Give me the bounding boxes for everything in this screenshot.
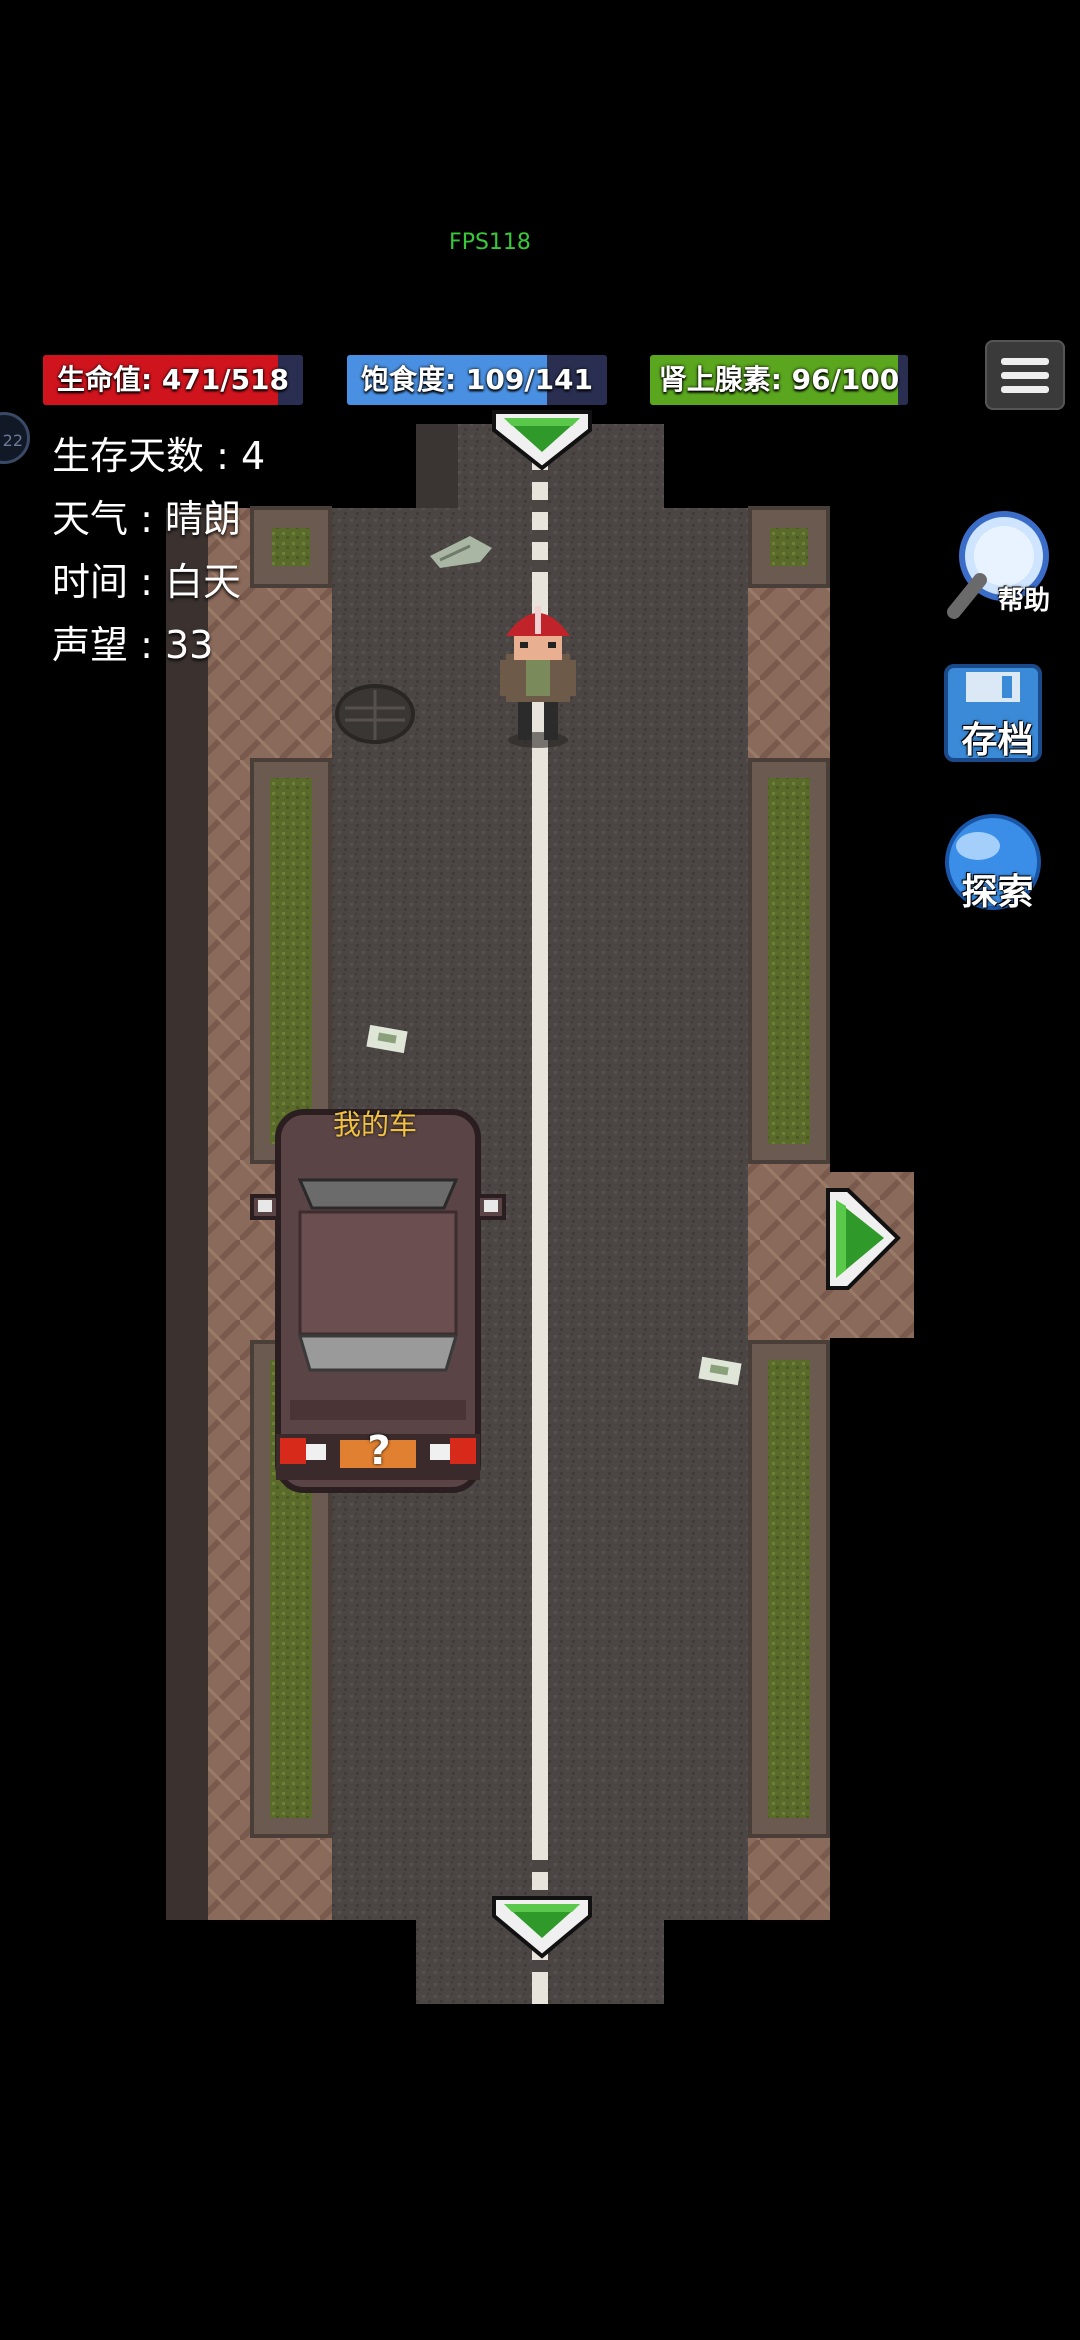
survival-stats: 生存天数 : 4 天气 : 晴朗 时间 : 白天 声望 : 33 [52,425,265,677]
planter-long [748,758,830,1164]
explore-button-label: 探索 [961,872,1034,913]
planter-long [250,758,332,1164]
center-line-gap [532,1960,548,1972]
center-line-gap [532,530,548,542]
save-button[interactable]: 存档 [945,666,1050,771]
car-question-marker[interactable]: ? [357,1428,401,1474]
road-top-shadow [416,424,458,508]
planter-long [748,1340,830,1838]
center-line-gap [532,500,548,512]
game-map [166,410,1049,2004]
help-button[interactable]: 帮助 [945,510,1050,616]
center-line-gap [532,560,548,572]
planter-small [748,506,830,588]
center-line-gap [532,1860,548,1872]
center-line-gap [532,470,548,482]
left-shadow-strip [166,508,208,1920]
manhole-cover [335,684,415,744]
survival-days: 生存天数 : 4 [52,434,266,478]
reputation: 声望 : 33 [52,623,214,667]
help-button-label: 帮助 [997,586,1050,616]
save-button-label: 存档 [961,720,1034,761]
weather-status: 天气 : 晴朗 [52,497,241,541]
time-of-day: 时间 : 白天 [52,560,241,604]
car-label: 我的车 [332,1108,417,1141]
explore-button[interactable]: 探索 [945,812,1050,917]
